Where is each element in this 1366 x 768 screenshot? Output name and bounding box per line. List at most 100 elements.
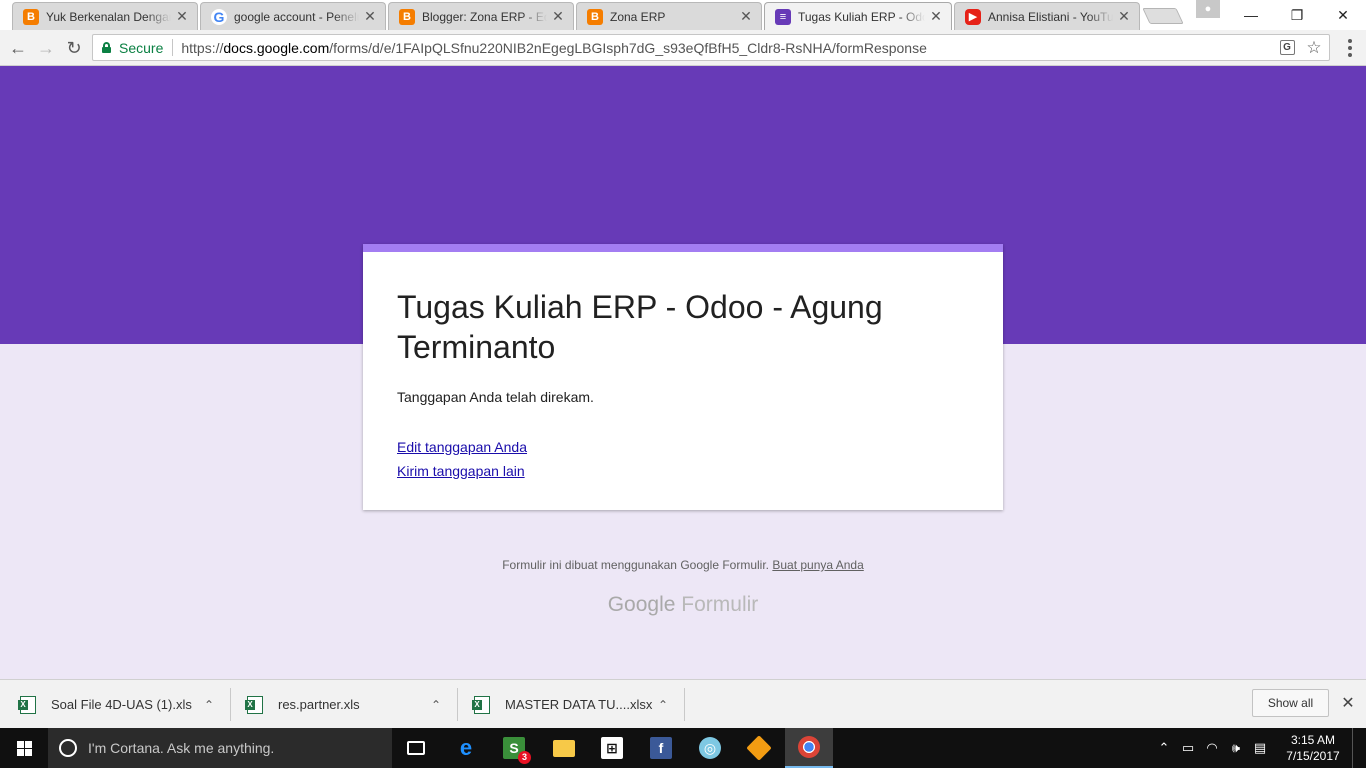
lock-icon: [102, 42, 111, 53]
edge-button[interactable]: e: [442, 728, 490, 768]
windows-store-button[interactable]: ⊞: [588, 728, 636, 768]
address-bar[interactable]: Secure https://docs.google.com/forms/d/e…: [92, 34, 1330, 61]
tab-tugas-kuliah[interactable]: ≡ Tugas Kuliah ERP - Odoo ✕: [764, 2, 952, 30]
chrome-button[interactable]: [785, 728, 833, 768]
app-button[interactable]: [735, 728, 783, 768]
tab-yuk-berkenalan[interactable]: B Yuk Berkenalan Dengan ✕: [12, 2, 198, 30]
tab-youtube[interactable]: ▶ Annisa Elistiani - YouTub ✕: [954, 2, 1140, 30]
close-icon[interactable]: ✕: [363, 8, 377, 25]
show-desktop-button[interactable]: [1352, 728, 1366, 768]
show-all-button[interactable]: Show all: [1252, 689, 1329, 717]
bookmark-star-button[interactable]: ☆: [1303, 37, 1325, 59]
clock[interactable]: 3:15 AM 7/15/2017: [1280, 732, 1346, 764]
submit-another-link[interactable]: Kirim tanggapan lain: [397, 463, 969, 479]
start-button[interactable]: [0, 728, 48, 768]
cube-icon: [746, 735, 772, 761]
new-tab-button[interactable]: [1142, 8, 1184, 24]
file-explorer-button[interactable]: [540, 728, 588, 768]
divider: [230, 688, 231, 721]
profile-button[interactable]: ●: [1196, 0, 1220, 18]
confirmation-message: Tanggapan Anda telah direkam.: [397, 389, 594, 405]
tab-label: Yuk Berkenalan Dengan: [46, 9, 171, 24]
blogger-icon: B: [399, 8, 415, 25]
back-button[interactable]: ←: [6, 36, 30, 60]
edit-response-link[interactable]: Edit tanggapan Anda: [397, 439, 969, 455]
close-shelf-button[interactable]: ✕: [1338, 693, 1358, 713]
close-icon[interactable]: ✕: [739, 8, 753, 25]
logo-google-text: Google: [607, 593, 676, 616]
tab-zona-erp[interactable]: B Zona ERP ✕: [576, 2, 762, 30]
tab-strip: B Yuk Berkenalan Dengan ✕ G google accou…: [0, 0, 1366, 30]
tab-label: Zona ERP: [610, 9, 666, 24]
footer-note: Formulir ini dibuat menggunakan Google F…: [0, 558, 1366, 572]
download-item[interactable]: Soal File 4D-UAS (1).xls ⌃: [18, 680, 217, 729]
reload-button[interactable]: ↻: [62, 36, 86, 60]
close-icon[interactable]: ✕: [551, 8, 565, 25]
store-app-button[interactable]: S3: [490, 728, 538, 768]
chevron-up-icon[interactable]: ⌃: [1152, 740, 1176, 756]
facebook-icon: f: [650, 737, 672, 759]
translate-button[interactable]: G: [1277, 38, 1297, 58]
chevron-up-icon[interactable]: ⌃: [201, 698, 217, 712]
tab-blogger-edit[interactable]: B Blogger: Zona ERP - Edit ✕: [388, 2, 574, 30]
url-path: /forms/d/e/1FAIpQLSfnu220NIB2nEgegLBGIsp…: [329, 39, 927, 56]
form-title: Tugas Kuliah ERP - Odoo - Agung Terminan…: [397, 289, 883, 365]
app-icon: S3: [503, 737, 531, 764]
restore-button[interactable]: ❐: [1274, 0, 1320, 30]
forward-button[interactable]: →: [34, 36, 58, 60]
arrow-left-icon: ←: [9, 37, 27, 58]
notification-icon[interactable]: ▤: [1248, 740, 1272, 756]
windows-logo-icon: [16, 740, 32, 756]
wifi-icon[interactable]: ◠: [1200, 740, 1224, 756]
minimize-button[interactable]: —: [1228, 0, 1274, 30]
blogger-icon: B: [23, 8, 39, 25]
arrow-right-icon: →: [37, 37, 55, 58]
reload-icon: ↻: [66, 37, 82, 58]
close-icon[interactable]: ✕: [929, 8, 943, 25]
window-close-button[interactable]: ✕: [1320, 0, 1366, 30]
close-icon[interactable]: ✕: [175, 8, 189, 25]
close-icon[interactable]: ✕: [1117, 8, 1131, 25]
response-card: Tugas Kuliah ERP - Odoo - Agung Terminan…: [363, 244, 1003, 510]
edge-icon: e: [459, 735, 473, 760]
task-view-button[interactable]: [392, 728, 440, 768]
download-shelf: Soal File 4D-UAS (1).xls ⌃ res.partner.x…: [0, 679, 1366, 728]
logo-forms-text: Formulir: [681, 593, 759, 616]
url-scheme: https://: [181, 39, 224, 56]
tab-google-account[interactable]: G google account - Penelu ✕: [200, 2, 386, 30]
notification-badge: 3: [518, 751, 531, 764]
app-button[interactable]: ◎: [686, 728, 734, 768]
facebook-button[interactable]: f: [637, 728, 685, 768]
chevron-up-icon[interactable]: ⌃: [428, 698, 444, 712]
chrome-icon: [798, 736, 820, 758]
clock-time: 3:15 AM: [1290, 733, 1336, 747]
forms-icon: ≡: [775, 8, 791, 25]
download-item[interactable]: res.partner.xls ⌃: [245, 680, 444, 729]
google-forms-logo[interactable]: Google Formulir: [0, 593, 1366, 617]
folder-icon: [553, 739, 575, 757]
chevron-up-icon[interactable]: ⌃: [655, 698, 671, 712]
browser-toolbar: ← → ↻ Secure https://docs.google.com/for…: [0, 30, 1366, 66]
download-item[interactable]: MASTER DATA TU....xlsx ⌃: [472, 680, 671, 729]
download-filename: res.partner.xls: [278, 697, 360, 712]
excel-file-icon: [472, 695, 490, 714]
cortana-icon: [59, 739, 77, 757]
cortana-search-box[interactable]: I'm Cortana. Ask me anything.: [48, 728, 392, 768]
app-icon: ◎: [699, 737, 721, 759]
close-icon: ✕: [1341, 695, 1355, 712]
tab-label: Blogger: Zona ERP - Edit: [422, 9, 547, 24]
download-filename: Soal File 4D-UAS (1).xls: [51, 697, 192, 712]
footer-text: Formulir ini dibuat menggunakan Google F…: [502, 558, 770, 572]
download-filename: MASTER DATA TU....xlsx: [505, 697, 653, 712]
divider: [457, 688, 458, 721]
cortana-placeholder: I'm Cortana. Ask me anything.: [88, 740, 275, 756]
battery-icon[interactable]: ▭: [1176, 740, 1200, 756]
divider: [684, 688, 685, 721]
store-bag-icon: ⊞: [601, 737, 623, 759]
volume-icon[interactable]: 🕪: [1224, 740, 1248, 756]
chrome-menu-button[interactable]: [1340, 38, 1360, 58]
url-text[interactable]: https://docs.google.com/forms/d/e/1FAIpQ…: [181, 40, 1277, 56]
divider: [172, 39, 174, 56]
excel-file-icon: [245, 695, 263, 714]
create-your-own-link[interactable]: Buat punya Anda: [772, 558, 863, 572]
